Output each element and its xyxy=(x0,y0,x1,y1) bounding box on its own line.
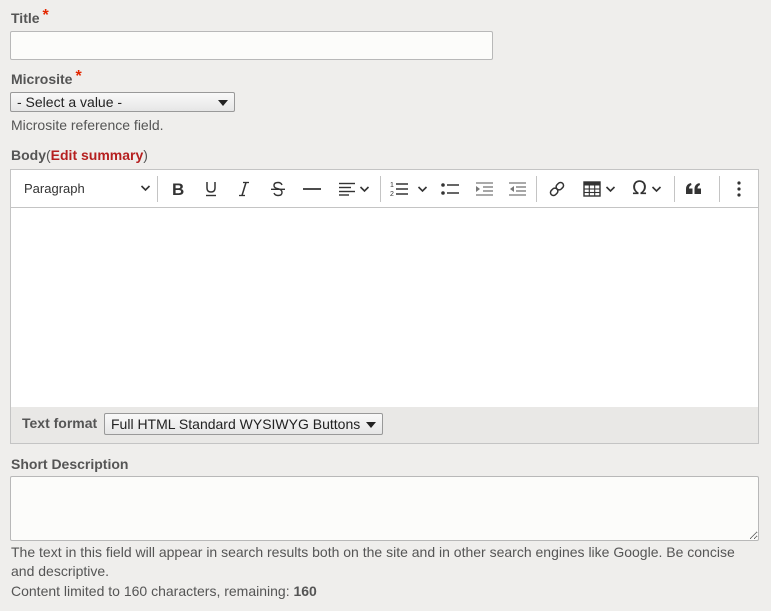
horizontal-line-icon xyxy=(303,187,321,191)
svg-text:2: 2 xyxy=(390,191,394,197)
link-button[interactable] xyxy=(545,175,569,202)
short-description-textarea[interactable] xyxy=(10,476,759,541)
link-icon xyxy=(548,180,566,198)
bold-button[interactable]: B xyxy=(166,175,190,202)
chevron-down-icon xyxy=(605,183,616,195)
editor-content-area[interactable] xyxy=(11,208,758,407)
indent-button[interactable] xyxy=(505,175,529,202)
more-options-icon xyxy=(737,180,741,197)
chevron-down-icon xyxy=(359,183,370,195)
dropdown-arrow-icon xyxy=(366,422,376,428)
microsite-label: Microsite * xyxy=(11,68,82,87)
paragraph-dropdown[interactable]: Paragraph xyxy=(15,175,155,202)
required-marker: * xyxy=(42,7,49,24)
title-label: Title * xyxy=(11,7,49,26)
special-characters-icon: Ω xyxy=(632,177,647,199)
text-format-bar: Text format Full HTML Standard WYSIWYG B… xyxy=(10,407,759,444)
special-characters-dropdown[interactable]: Ω xyxy=(625,175,669,202)
bulleted-list-button[interactable] xyxy=(438,175,462,202)
align-dropdown[interactable] xyxy=(335,175,373,202)
numbered-list-icon: 12 xyxy=(390,181,409,197)
remaining-count: 160 xyxy=(293,583,317,599)
outdent-icon xyxy=(475,181,494,196)
required-marker: * xyxy=(75,68,82,85)
chevron-down-icon xyxy=(140,182,151,194)
edit-summary-link[interactable]: Edit summary xyxy=(51,147,144,163)
bold-icon: B xyxy=(170,181,186,197)
align-icon xyxy=(338,182,356,196)
svg-text:B: B xyxy=(172,181,184,197)
short-description-label: Short Description xyxy=(11,456,129,472)
horizontal-line-button[interactable] xyxy=(300,175,324,202)
outdent-button[interactable] xyxy=(472,175,496,202)
editor-toolbar: Paragraph B 1 2 Ω xyxy=(11,170,758,208)
table-icon xyxy=(582,180,601,197)
dropdown-arrow-icon xyxy=(218,100,228,106)
table-dropdown[interactable] xyxy=(578,175,620,202)
strikethrough-icon xyxy=(270,181,286,197)
italic-button[interactable] xyxy=(232,175,256,202)
microsite-select[interactable]: - Select a value - xyxy=(10,92,235,112)
underline-button[interactable] xyxy=(199,175,223,202)
underline-icon xyxy=(203,180,219,197)
indent-icon xyxy=(508,181,527,196)
text-format-label: Text format xyxy=(22,415,98,431)
numbered-list-dropdown[interactable]: 12 xyxy=(388,175,430,202)
blockquote-button[interactable] xyxy=(681,175,705,202)
microsite-help: Microsite reference field. xyxy=(11,117,164,133)
more-options-button[interactable] xyxy=(728,175,750,202)
short-description-help: The text in this field will appear in se… xyxy=(11,544,735,579)
svg-text:1: 1 xyxy=(390,182,394,189)
chevron-down-icon xyxy=(417,183,428,195)
italic-icon xyxy=(237,181,251,197)
text-format-select[interactable]: Full HTML Standard WYSIWYG Buttons xyxy=(104,413,383,435)
bulleted-list-icon xyxy=(440,182,460,196)
blockquote-icon xyxy=(685,182,702,195)
body-editor: Paragraph B 1 2 Ω xyxy=(10,169,759,408)
title-input[interactable] xyxy=(10,31,493,60)
body-label: Body(Edit summary) xyxy=(11,147,148,163)
chevron-down-icon xyxy=(651,183,662,195)
strikethrough-button[interactable] xyxy=(266,175,290,202)
character-counter: Content limited to 160 characters, remai… xyxy=(11,583,317,599)
